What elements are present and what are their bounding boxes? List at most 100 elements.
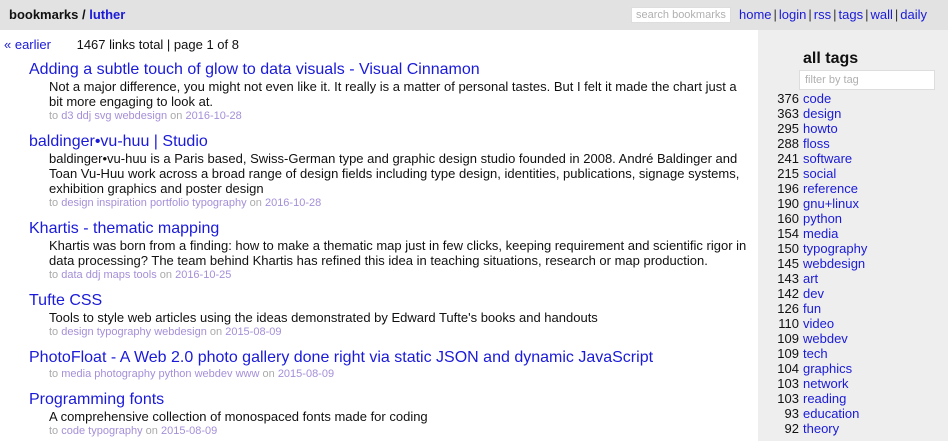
tag-row: 288 floss (758, 136, 948, 151)
bookmark-title-link[interactable]: Khartis - thematic mapping (29, 219, 749, 238)
tag-link[interactable]: code (61, 425, 85, 437)
tag-name-link[interactable]: media (803, 226, 838, 241)
top-nav: home | login | rss | tags | wall | daily (739, 7, 927, 22)
tag-count: 92 (784, 421, 799, 436)
tag-row: 154 media (758, 226, 948, 241)
nav-login[interactable]: login (779, 7, 806, 22)
sidebar-title: all tags (803, 50, 859, 67)
tag-filter-input[interactable] (799, 70, 935, 90)
nav-daily[interactable]: daily (900, 7, 927, 22)
tag-link[interactable]: design (61, 326, 93, 338)
tag-link[interactable]: webdesign (115, 110, 168, 122)
main-content: « earlier 1467 links total | page 1 of 8… (0, 30, 758, 441)
tag-name-link[interactable]: python (803, 211, 842, 226)
bookmark-date-link[interactable]: 2016-10-28 (185, 110, 241, 122)
nav-home[interactable]: home (739, 7, 772, 22)
search-input[interactable] (631, 7, 731, 23)
tag-link[interactable]: photography (94, 368, 155, 380)
tag-link[interactable]: portfolio (150, 197, 189, 209)
nav-separator: | (833, 7, 837, 22)
tag-row: 142 dev (758, 286, 948, 301)
tag-name-link[interactable]: dev (803, 286, 824, 301)
tag-name-link[interactable]: education (803, 406, 859, 421)
meta-on: on (145, 425, 158, 437)
tag-link[interactable]: inspiration (97, 197, 147, 209)
tag-name-link[interactable]: theory (803, 421, 839, 436)
tag-name-link[interactable]: code (803, 91, 831, 106)
bookmark-item: baldinger•vu-huu | Studio baldinger•vu-hu… (29, 132, 749, 210)
tag-link[interactable]: ddj (77, 110, 92, 122)
tag-link[interactable]: svg (94, 110, 111, 122)
bookmark-title-link[interactable]: Programming fonts (29, 390, 749, 409)
tag-link[interactable]: tools (133, 269, 156, 281)
tag-count: 288 (777, 136, 799, 151)
pager-info: 1467 links total | page 1 of 8 (76, 37, 239, 52)
tag-name-link[interactable]: network (803, 376, 849, 391)
nav-rss[interactable]: rss (814, 7, 831, 22)
tag-link[interactable]: maps (103, 269, 130, 281)
bookmark-title-link[interactable]: baldinger•vu-huu | Studio (29, 132, 749, 151)
tag-name-link[interactable]: webdev (803, 331, 848, 346)
tag-count: 190 (777, 196, 799, 211)
earlier-link[interactable]: « earlier (4, 37, 51, 52)
tag-name-link[interactable]: typography (803, 241, 867, 256)
bookmark-title-link[interactable]: Adding a subtle touch of glow to data vi… (29, 60, 749, 79)
tag-row: 93 education (758, 406, 948, 421)
tag-link[interactable]: data (61, 269, 82, 281)
tag-name-link[interactable]: reading (803, 391, 846, 406)
bookmark-title-link[interactable]: PhotoFloat - A Web 2.0 photo gallery don… (29, 348, 749, 367)
bookmark-meta: to media photography python webdev www o… (49, 367, 749, 381)
tag-link[interactable]: typography (192, 197, 246, 209)
tag-count: 143 (777, 271, 799, 286)
tag-link[interactable]: python (159, 368, 192, 380)
tag-count: 103 (777, 391, 799, 406)
tag-name-link[interactable]: art (803, 271, 818, 286)
tag-link[interactable]: webdev (195, 368, 233, 380)
tag-link[interactable]: typography (97, 326, 151, 338)
tag-link[interactable]: webdesign (154, 326, 207, 338)
tag-row: 109 webdev (758, 331, 948, 346)
meta-to: to (49, 326, 59, 338)
tag-link[interactable]: ddj (86, 269, 101, 281)
tag-count: 109 (777, 331, 799, 346)
tag-name-link[interactable]: graphics (803, 361, 852, 376)
tag-link[interactable]: www (236, 368, 260, 380)
tag-link[interactable]: media (61, 368, 91, 380)
tag-count: 110 (778, 316, 799, 331)
bookmark-date-link[interactable]: 2015-08-09 (225, 326, 281, 338)
tag-row: 126 fun (758, 301, 948, 316)
bookmark-date-link[interactable]: 2016-10-25 (175, 269, 231, 281)
bookmark-item: PhotoFloat - A Web 2.0 photo gallery don… (29, 348, 749, 381)
tag-name-link[interactable]: design (803, 106, 841, 121)
tag-sidebar: all tags 376 code 363 design 295 howto 288 flos… (758, 30, 948, 441)
brand-user-link[interactable]: luther (89, 7, 125, 22)
bookmark-meta: to code typography on 2015-08-09 (49, 424, 749, 438)
tag-name-link[interactable]: gnu+linux (803, 196, 859, 211)
tag-name-link[interactable]: tech (803, 346, 828, 361)
bookmark-date-link[interactable]: 2015-08-09 (161, 425, 217, 437)
bookmark-date-link[interactable]: 2015-08-09 (278, 368, 334, 380)
brand-title[interactable]: bookmarks (9, 7, 78, 22)
tag-name-link[interactable]: reference (803, 181, 858, 196)
tag-name-link[interactable]: social (803, 166, 836, 181)
brand-separator: / (78, 7, 90, 22)
bookmark-date-link[interactable]: 2016-10-28 (265, 197, 321, 209)
tag-link[interactable]: d3 (61, 110, 73, 122)
nav-tags[interactable]: tags (839, 7, 864, 22)
bookmark-title-link[interactable]: Tufte CSS (29, 291, 749, 310)
tag-row: 92 theory (758, 421, 948, 436)
tag-link[interactable]: typography (88, 425, 142, 437)
tag-name-link[interactable]: webdesign (803, 256, 865, 271)
tag-count: 145 (777, 256, 799, 271)
tag-row: 150 typography (758, 241, 948, 256)
tag-name-link[interactable]: howto (803, 121, 838, 136)
meta-to: to (49, 368, 59, 380)
tag-name-link[interactable]: video (803, 316, 834, 331)
bookmark-meta: to data ddj maps tools on 2016-10-25 (49, 268, 749, 282)
tag-name-link[interactable]: fun (803, 301, 821, 316)
tag-name-link[interactable]: software (803, 151, 852, 166)
tag-name-link[interactable]: floss (803, 136, 830, 151)
tag-link[interactable]: design (61, 197, 93, 209)
nav-wall[interactable]: wall (870, 7, 892, 22)
tag-row: 160 python (758, 211, 948, 226)
